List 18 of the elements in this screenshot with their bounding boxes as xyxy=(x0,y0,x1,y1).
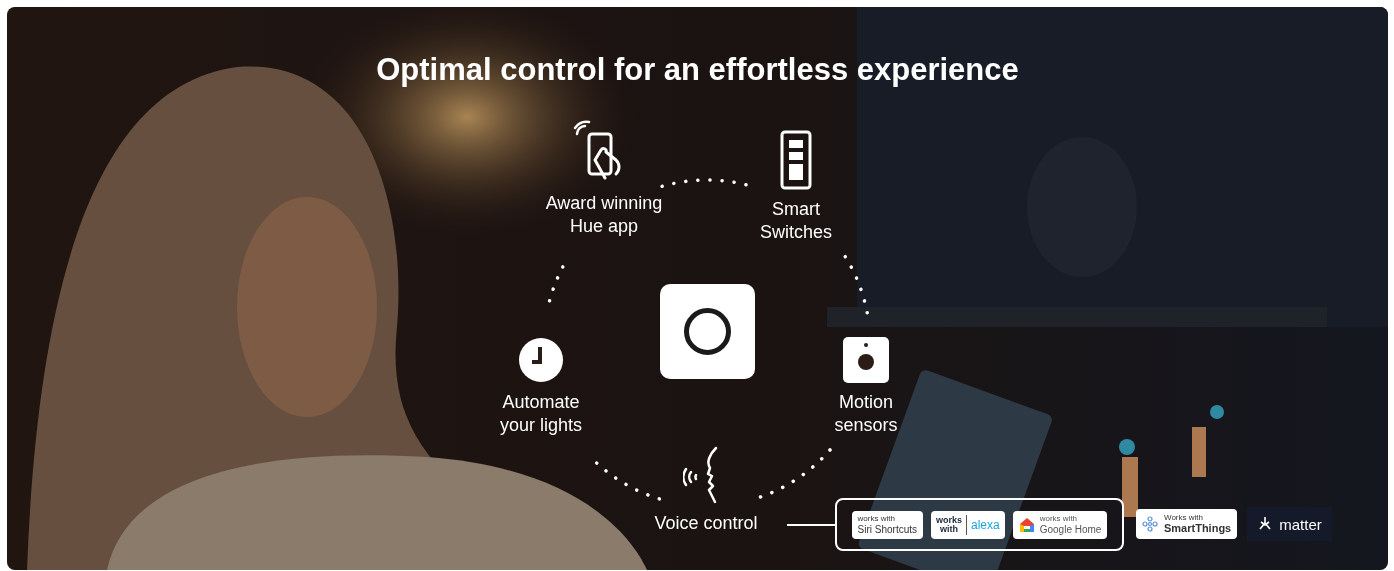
smartthings-badge: Works with SmartThings xyxy=(1136,509,1238,539)
dotted-arc xyxy=(843,254,870,317)
feature-label: Award winning Hue app xyxy=(545,192,663,238)
bridge-icon xyxy=(660,284,755,379)
feature-label: Automate your lights xyxy=(499,391,582,437)
matter-badge: matter xyxy=(1247,507,1332,541)
house-icon xyxy=(1018,516,1035,533)
google-home-badge: works with Google Home xyxy=(1012,510,1108,539)
feature-label: Smart Switches xyxy=(760,198,832,244)
motion-sensor-icon xyxy=(843,337,889,383)
feature-label: Voice control xyxy=(654,512,758,535)
wall-switch-icon xyxy=(780,130,812,190)
banner-title: Optimal control for an effortless experience xyxy=(375,51,1020,89)
network-icon xyxy=(1142,516,1158,532)
siri-shortcuts-badge: works with Siri Shortcuts xyxy=(851,510,924,539)
clock-icon xyxy=(518,337,564,383)
feature-label: Motion sensors xyxy=(834,391,898,437)
matter-logo-icon xyxy=(1257,516,1274,532)
